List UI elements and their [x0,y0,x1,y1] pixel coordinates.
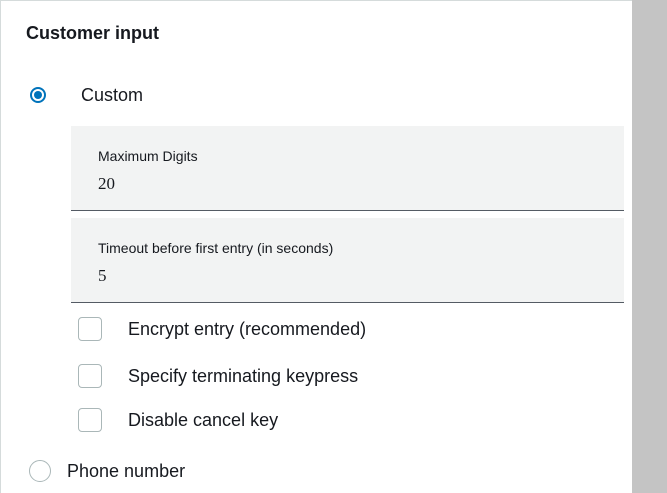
customer-input-panel: Customer input Custom Maximum Digits Tim… [0,0,632,493]
maximum-digits-field[interactable]: Maximum Digits [71,126,624,211]
timeout-input[interactable] [98,266,578,286]
checkbox-row-cancel[interactable]: Disable cancel key [78,407,278,433]
disable-cancel-label: Disable cancel key [128,410,279,430]
checkbox-row-terminating[interactable]: Specify terminating keypress [78,363,358,389]
maximum-digits-input[interactable] [98,174,578,194]
radio-label-custom: Custom [81,85,144,105]
terminating-keypress-label: Specify terminating keypress [128,366,359,386]
disable-cancel-checkbox[interactable] [78,408,102,432]
maximum-digits-label: Maximum Digits [98,148,198,164]
radio-button-unselected[interactable] [29,460,51,482]
radio-button-selected[interactable] [30,87,46,103]
encrypt-label: Encrypt entry (recommended) [128,319,367,339]
terminating-keypress-checkbox[interactable] [78,364,102,388]
radio-label-phone-number: Phone number [67,461,186,481]
section-title: Customer input [26,23,159,43]
scrollbar[interactable] [632,0,667,493]
encrypt-checkbox[interactable] [78,317,102,341]
checkbox-row-encrypt[interactable]: Encrypt entry (recommended) [78,316,366,342]
timeout-field[interactable]: Timeout before first entry (in seconds) [71,218,624,303]
radio-option-phone-number[interactable]: Phone number [29,458,185,484]
radio-option-custom[interactable]: Custom [30,82,143,108]
timeout-label: Timeout before first entry (in seconds) [98,240,334,256]
